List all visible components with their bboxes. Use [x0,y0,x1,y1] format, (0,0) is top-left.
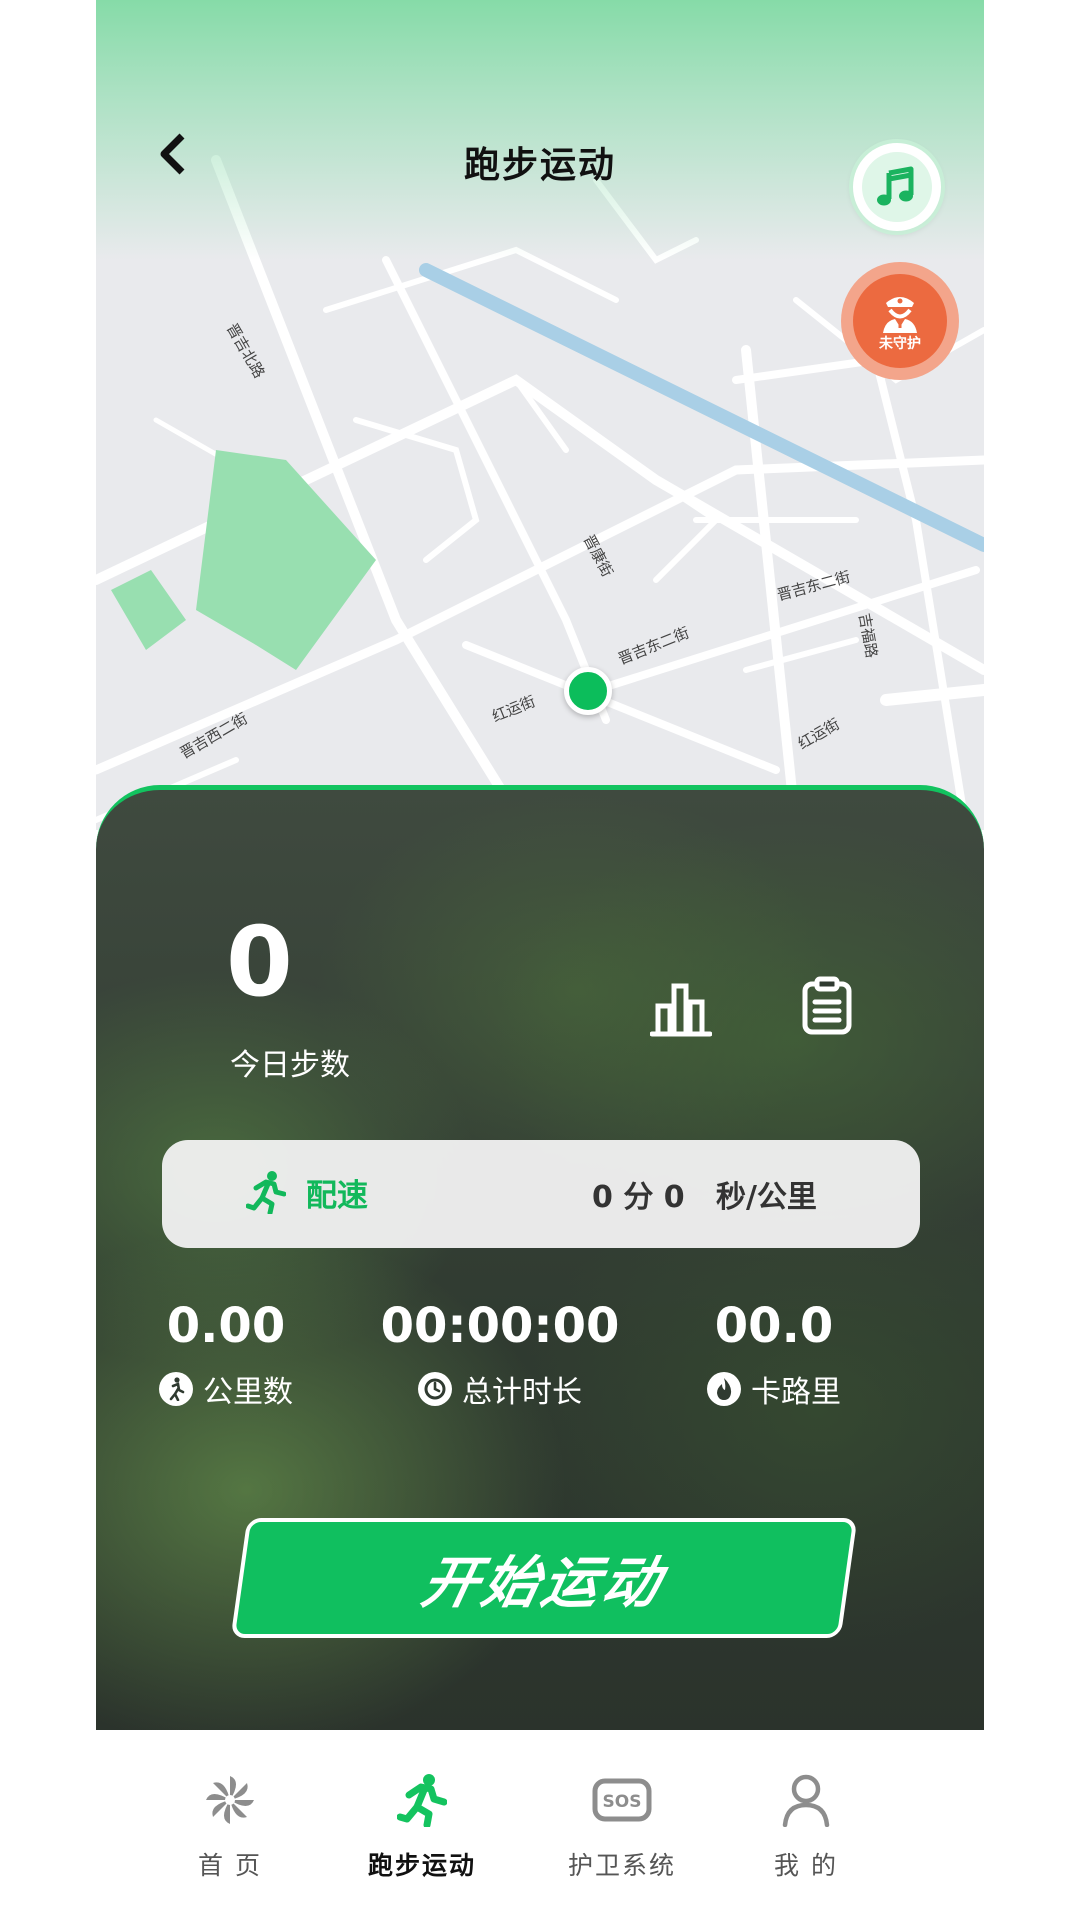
clock-icon [418,1371,452,1406]
clipboard-icon [802,976,852,1035]
music-button[interactable] [853,143,941,231]
music-note-icon [877,166,914,206]
tab-guard-system[interactable]: SOS 护卫系统 [542,1770,702,1882]
app-frame: 晋吉北路 晋康街 晋吉东二街 晋吉东二街 吉福路 红运街 红运街 晋吉西二街 跑… [96,0,984,1920]
steps-value: 0 [226,906,293,1018]
bottom-nav: 首 页 跑步运动 SOS 护卫系统 我 的 [96,1730,984,1920]
map-view[interactable]: 晋吉北路 晋康街 晋吉东二街 晋吉东二街 吉福路 红运街 红运街 晋吉西二街 [96,0,984,830]
start-workout-label: 开始运动 [416,1550,670,1616]
pace-label: 配速 [306,1178,368,1214]
person-icon [782,1774,830,1827]
page-title: 跑步运动 [463,145,616,186]
flame-icon [707,1371,741,1406]
calories-metric: 00.0 卡路里 [644,1300,904,1411]
tab-profile[interactable]: 我 的 [726,1770,886,1882]
distance-metric: 0.00 公里数 [96,1300,356,1411]
distance-value: 0.00 [166,1298,286,1354]
runner-icon [397,1774,447,1827]
stats-button[interactable] [649,980,713,1042]
runner-icon [246,1171,286,1214]
workout-panel: 0 今日步数 配速 0 分 0 秒/公里 0.00 公里数 00:00:00 总… [96,785,984,1735]
sos-icon: SOS [592,1778,652,1822]
tab-running-label: 跑步运动 [367,1851,476,1880]
tab-home-label: 首 页 [198,1851,262,1880]
duration-value: 00:00:00 [380,1298,620,1354]
tab-profile-label: 我 的 [774,1851,838,1880]
tab-running[interactable]: 跑步运动 [342,1770,502,1882]
tab-guard-system-label: 护卫系统 [567,1851,676,1880]
pace-card: 配速 0 分 0 秒/公里 [162,1140,920,1248]
steps-label: 今日步数 [230,1048,350,1083]
bar-chart-icon [649,983,713,1037]
guard-status-label: 未守护 [879,336,921,352]
pace-value: 0 分 0 秒/公里 [592,1180,817,1215]
distance-label: 公里数 [203,1374,293,1410]
current-location-marker [564,667,612,715]
start-workout-button[interactable]: 开始运动 [230,1518,858,1638]
records-button[interactable] [801,976,853,1040]
pinwheel-icon [206,1776,254,1824]
guard-officer-icon [883,297,917,333]
tab-home[interactable]: 首 页 [150,1770,310,1882]
map-top-fade [96,0,984,260]
walk-icon [159,1371,193,1406]
calories-label: 卡路里 [751,1374,841,1410]
guard-status-button[interactable]: 未守护 [841,262,959,380]
calories-value: 00.0 [714,1298,834,1354]
svg-text:SOS: SOS [603,1792,642,1812]
duration-metric: 00:00:00 总计时长 [370,1300,630,1411]
duration-label: 总计时长 [462,1374,582,1410]
